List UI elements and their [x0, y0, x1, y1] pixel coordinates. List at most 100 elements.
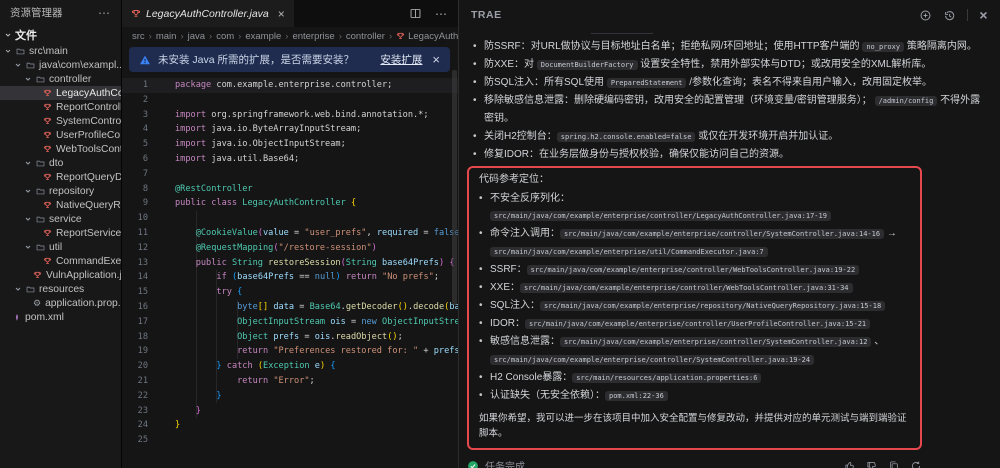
code-chip[interactable]: src/main/resources/application.propertie…	[572, 373, 761, 383]
code-line: 9public class LegacyAuthController {	[122, 196, 458, 211]
code-line: 20 } catch (Exception e) {	[122, 359, 458, 374]
line-content: return "Error";	[148, 374, 315, 389]
tree-item[interactable]: ReportService....	[0, 226, 121, 240]
bullet-marker: •	[479, 297, 490, 315]
chevron-down-icon	[24, 243, 32, 251]
line-content: public String restoreSession(String base…	[148, 256, 455, 271]
tree-item[interactable]: VulnApplication.j...	[0, 268, 121, 282]
folder-icon	[36, 243, 45, 252]
code-chip[interactable]: src/main/java/com/example/enterprise/con…	[520, 283, 853, 293]
breadcrumb-item[interactable]: example	[245, 31, 281, 42]
tree-item[interactable]: repository	[0, 184, 121, 198]
close-panel-icon[interactable]: ×	[979, 8, 988, 22]
code-chip[interactable]: src/main/java/com/example/enterprise/con…	[525, 319, 870, 329]
code-chip[interactable]: PreparedStatement	[607, 78, 687, 88]
java-file-icon	[396, 31, 405, 41]
breadcrumb-item[interactable]: java	[188, 31, 205, 42]
code-chip[interactable]: spring.h2.console.enabled=false	[557, 132, 696, 142]
breadcrumb-item[interactable]: src	[132, 31, 145, 42]
text-segment: 修复IDOR：在业务层做身份与授权校验，确保仅能访问自己的资源。	[484, 149, 789, 160]
history-icon[interactable]	[943, 9, 956, 22]
line-number: 16	[122, 300, 148, 315]
breadcrumb-separator: ›	[209, 31, 212, 42]
code-chip[interactable]: src/main/java/com/example/enterprise/con…	[490, 211, 831, 221]
advice-item: •防XXE：对 DocumentBuilderFactory 设置安全特性，禁用…	[473, 56, 986, 74]
explorer-more-icon[interactable]: ⋯	[98, 6, 111, 20]
java-file-icon	[43, 116, 52, 126]
java-file-icon	[33, 270, 42, 280]
tree-item[interactable]: NativeQueryR...	[0, 198, 121, 212]
code-chip[interactable]: src/main/java/com/example/enterprise/con…	[560, 229, 884, 239]
message-divider	[591, 33, 653, 34]
breadcrumb-item[interactable]: com	[216, 31, 234, 42]
install-extension-link[interactable]: 安装扩展	[380, 52, 422, 67]
tree-item[interactable]: UserProfileCo...	[0, 128, 121, 142]
code-chip[interactable]: src/main/java/com/example/enterprise/con…	[490, 355, 814, 365]
explorer-title: 资源管理器	[10, 5, 63, 20]
line-content: @RequestMapping("/restore-session")	[148, 241, 377, 256]
file-tree: src\main java\com\exampl...controllerLega…	[0, 44, 121, 324]
code-line: 12 @RequestMapping("/restore-session")	[122, 241, 458, 256]
new-chat-icon[interactable]	[919, 9, 932, 22]
tree-item[interactable]: LegacyAuthCo...	[0, 86, 121, 100]
code-chip[interactable]: no_proxy	[862, 42, 904, 52]
tree-item[interactable]: controller	[0, 72, 121, 86]
tree-item[interactable]: ⚙application.prop...	[0, 296, 121, 310]
breadcrumb-item[interactable]: enterprise	[292, 31, 334, 42]
tree-item[interactable]: ReportQueryD...	[0, 170, 121, 184]
code-chip[interactable]: src/main/java/com/example/enterprise/con…	[527, 265, 860, 275]
breadcrumb-item[interactable]: main	[156, 31, 177, 42]
code-editor[interactable]: 未安装 Java 所需的扩展，是否需要安装？ 安装扩展 × 1package c…	[122, 45, 458, 468]
code-line: 23 }	[122, 404, 458, 419]
editor-scrollbar[interactable]	[452, 70, 457, 305]
code-chip[interactable]: src/main/java/com/example/enterprise/rep…	[540, 301, 885, 311]
tree-item[interactable]: dto	[0, 156, 121, 170]
reference-item: •IDOR：src/main/java/com/example/enterpri…	[479, 315, 910, 333]
code-chip[interactable]: src/main/java/com/example/enterprise/con…	[560, 337, 871, 347]
regenerate-icon[interactable]	[910, 460, 922, 468]
workspace-section[interactable]: 文件	[0, 25, 121, 44]
line-content: @CookieValue(value = "user_prefs", requi…	[148, 226, 458, 241]
tree-item[interactable]: ReportControll...	[0, 100, 121, 114]
split-editor-icon[interactable]	[409, 7, 422, 20]
tab-legacyauthcontroller[interactable]: LegacyAuthController.java ×	[122, 0, 294, 27]
code-chip[interactable]: /admin/config	[875, 96, 938, 106]
warning-triangle-icon	[139, 54, 151, 66]
more-actions-icon[interactable]: ⋯	[435, 7, 448, 21]
thumbs-down-icon[interactable]	[866, 460, 878, 468]
line-number: 22	[122, 389, 148, 404]
chevron-down-icon	[4, 31, 12, 39]
reference-item: •H2 Console暴露：src/main/resources/applica…	[479, 369, 910, 387]
code-chip[interactable]: src/main/java/com/example/enterprise/uti…	[490, 247, 768, 257]
thumbs-up-icon[interactable]	[844, 460, 856, 468]
breadcrumb-item[interactable]: controller	[346, 31, 385, 42]
tree-item[interactable]: util	[0, 240, 121, 254]
tree-item[interactable]: service	[0, 212, 121, 226]
notification-close-icon[interactable]: ×	[432, 52, 440, 67]
line-content: return "Preferences restored for: " + pr…	[148, 344, 458, 359]
tree-item[interactable]: CommandExe...	[0, 254, 121, 268]
tree-item-label: java\com\exampl...	[39, 60, 121, 71]
tab-close-icon[interactable]: ×	[278, 7, 285, 21]
check-circle-icon	[467, 460, 479, 468]
tree-item[interactable]: java\com\exampl...	[0, 58, 121, 72]
text-segment: 移除敏感信息泄露：删除硬编码密钥，改用安全的配置管理（环境变量/密钥管理服务）；	[484, 95, 875, 106]
code-chip[interactable]: pom.xml:22-36	[605, 391, 668, 401]
line-number: 2	[122, 93, 148, 108]
item-text: 不安全反序列化：src/main/java/com/example/enterp…	[490, 190, 910, 225]
code-chip[interactable]: DocumentBuilderFactory	[537, 60, 638, 70]
breadcrumb-label: controller	[346, 31, 385, 42]
line-number: 12	[122, 241, 148, 256]
tree-item[interactable]: SystemControl...	[0, 114, 121, 128]
line-number: 21	[122, 374, 148, 389]
tree-item[interactable]: WebToolsCont...	[0, 142, 121, 156]
bullet-marker: •	[473, 128, 484, 146]
tree-item[interactable]: pom.xml	[0, 310, 121, 324]
item-text: H2 Console暴露：src/main/resources/applicat…	[490, 369, 910, 387]
line-content: public class LegacyAuthController {	[148, 196, 356, 211]
java-file-icon	[43, 102, 52, 112]
tree-item[interactable]: src\main	[0, 44, 121, 58]
tree-item[interactable]: resources	[0, 282, 121, 296]
breadcrumb-item[interactable]: LegacyAuthController.java	[396, 31, 458, 42]
copy-icon[interactable]	[888, 460, 900, 468]
